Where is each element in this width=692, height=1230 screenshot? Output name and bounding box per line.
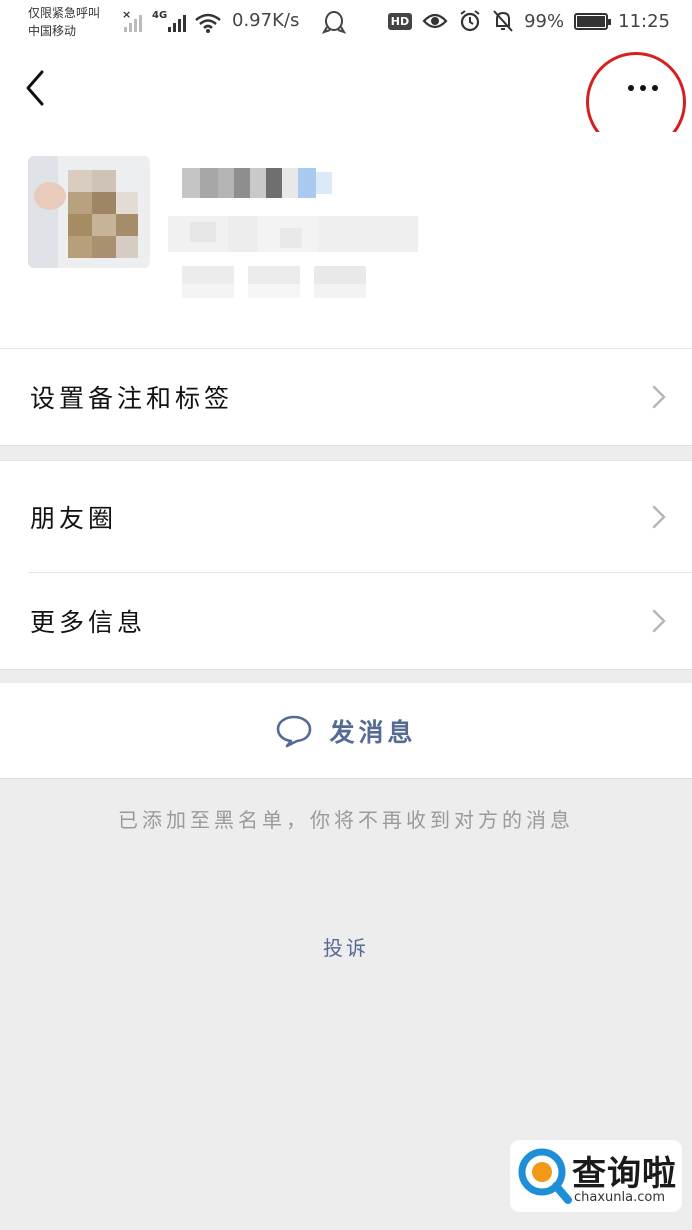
- avatar[interactable]: [28, 156, 150, 268]
- battery-icon: [574, 12, 612, 30]
- send-message-label: 发消息: [329, 717, 417, 747]
- qq-icon: [322, 11, 346, 34]
- wifi-icon: [195, 13, 221, 33]
- nickname-blurred: [182, 168, 332, 198]
- search-logo-icon: [518, 1148, 572, 1204]
- eye-icon: [422, 13, 448, 29]
- region-blurred: [182, 266, 366, 298]
- chevron-right-icon: [652, 609, 666, 633]
- signal-icon: [124, 12, 142, 32]
- chevron-right-icon: [652, 505, 666, 529]
- watermark-url: chaxunla.com: [574, 1190, 665, 1205]
- watermark-logo: 查询啦 chaxunla.com: [510, 1140, 682, 1212]
- chat-bubble-icon: [277, 715, 312, 747]
- blacklist-notice: 已添加至黑名单，你将不再收到对方的消息: [118, 808, 574, 832]
- network-type-label: 4G: [152, 10, 168, 21]
- battery-level-fill: [577, 15, 605, 27]
- wechat-id-blurred: [168, 216, 418, 252]
- more-info-label: 更多信息: [30, 608, 147, 637]
- carrier-emergency-text: 仅限紧急呼叫: [28, 6, 101, 20]
- profile-card: [0, 132, 692, 349]
- back-icon[interactable]: [20, 68, 50, 108]
- mute-bell-icon: [493, 10, 513, 32]
- chevron-right-icon: [652, 385, 666, 409]
- set-remark-row[interactable]: 设置备注和标签: [0, 349, 692, 445]
- clock-time: 11:25: [618, 10, 670, 32]
- send-message-button[interactable]: 发消息: [0, 683, 692, 779]
- carrier-info: 仅限紧急呼叫 中国移动: [28, 4, 100, 40]
- status-bar: 仅限紧急呼叫 中国移动 × 4G 0.97K/s HD 99% 11:25: [0, 0, 692, 48]
- remark-group: 设置备注和标签: [0, 348, 692, 446]
- alarm-icon: [460, 10, 480, 32]
- moments-label: 朋友圈: [30, 503, 118, 533]
- carrier-name-text: 中国移动: [28, 24, 77, 38]
- status-right-group: HD 99% 11:25: [387, 9, 670, 33]
- moments-row[interactable]: 朋友圈: [0, 461, 692, 572]
- moments-group: 朋友圈 更多信息: [0, 460, 692, 670]
- more-info-row[interactable]: 更多信息: [0, 573, 692, 669]
- network-speed: 0.97K/s: [232, 10, 300, 31]
- hd-icon: HD: [387, 12, 413, 30]
- set-remark-label: 设置备注和标签: [30, 384, 234, 413]
- complain-link[interactable]: 投诉: [0, 932, 692, 961]
- signal-strength-icon: [168, 12, 186, 32]
- battery-percent: 99%: [524, 10, 565, 32]
- watermark-brand: 查询啦: [572, 1154, 677, 1194]
